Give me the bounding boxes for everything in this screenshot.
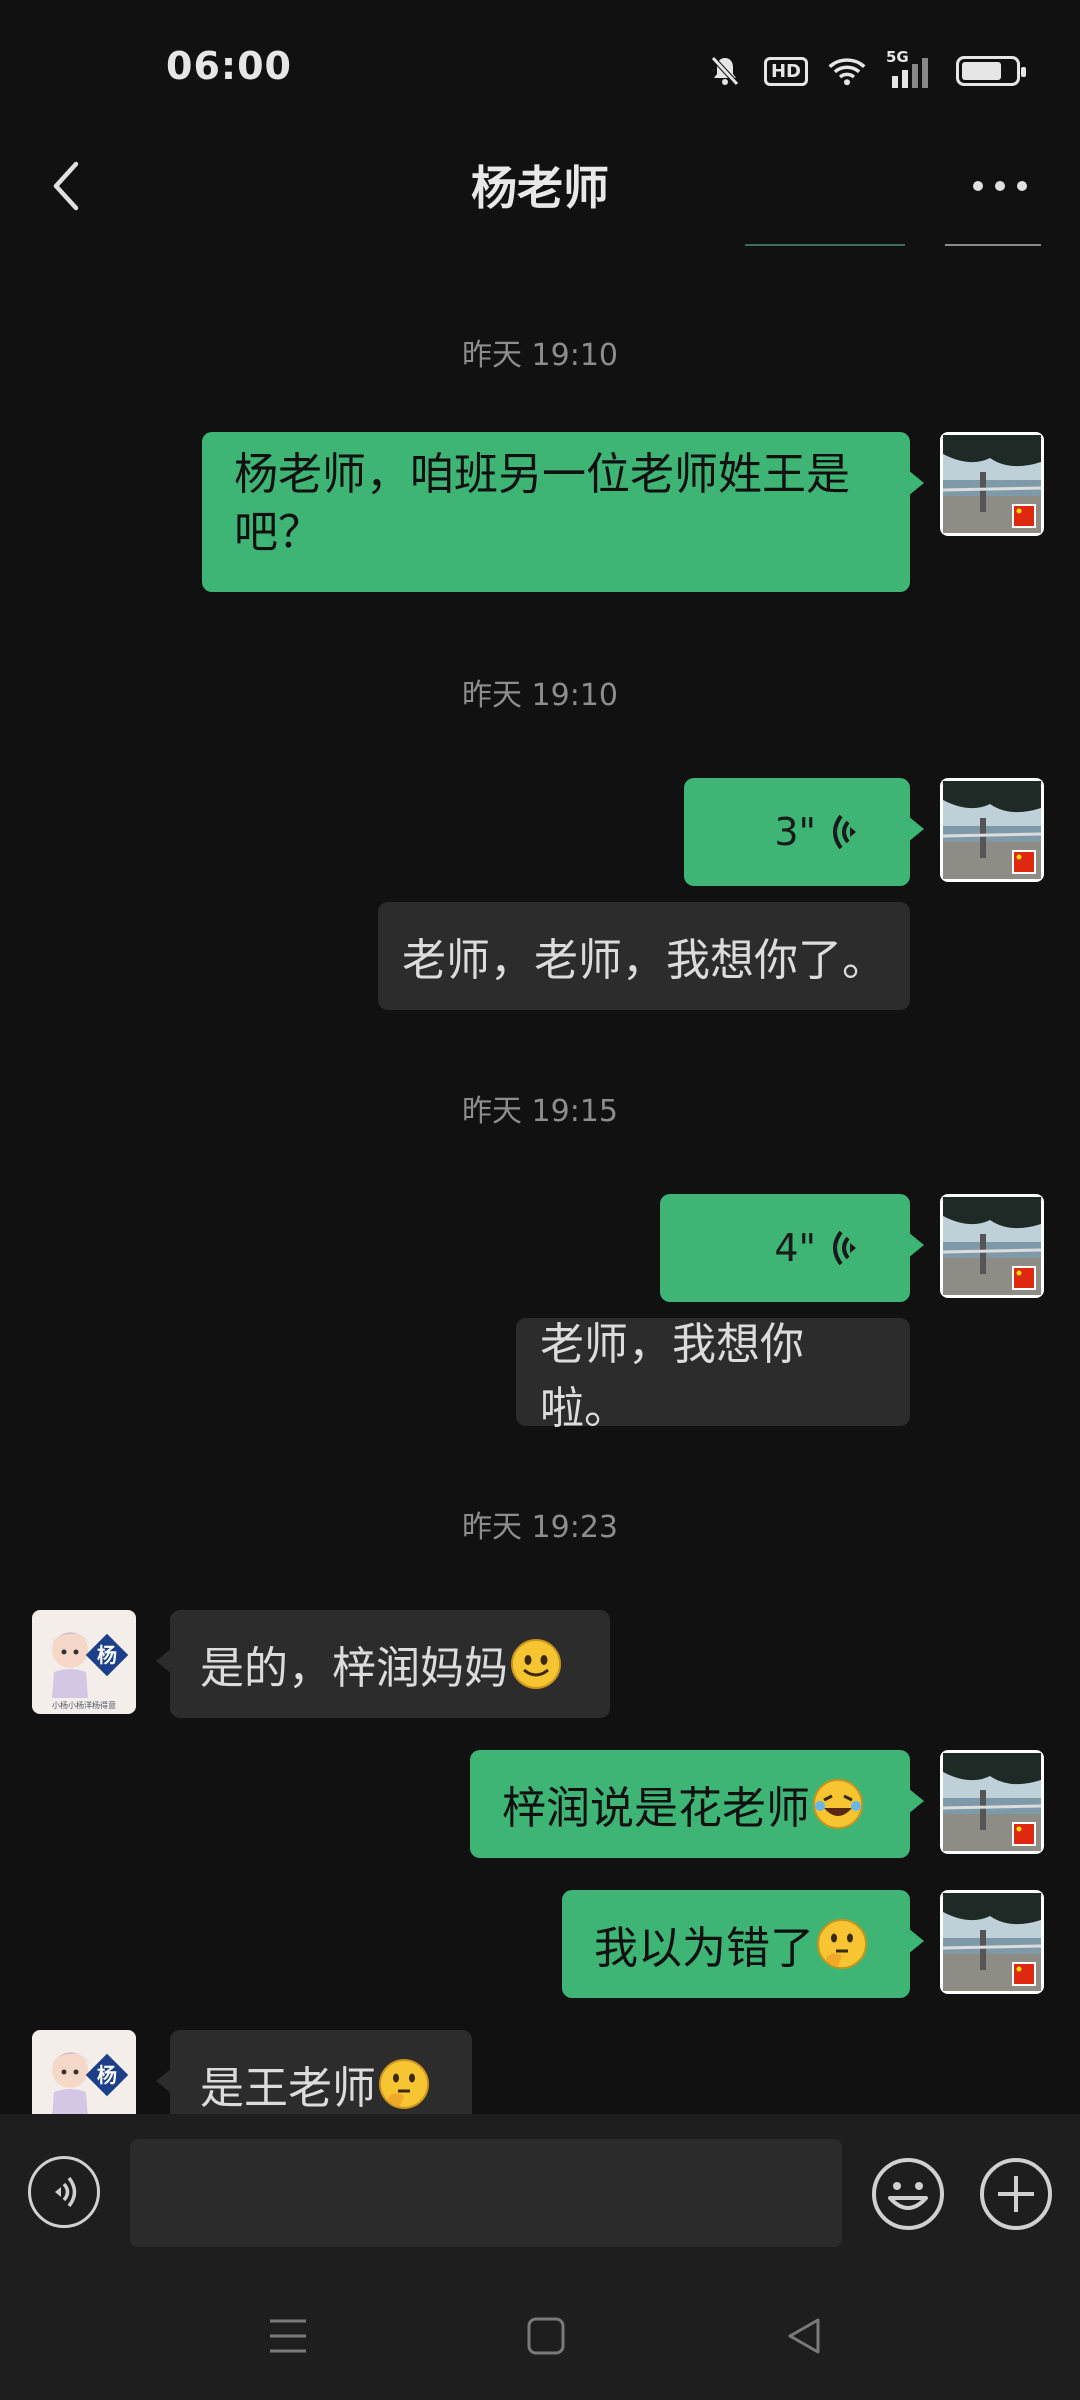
header-divider — [945, 244, 1041, 246]
status-bar: 06:00 HD 5G — [0, 0, 1080, 140]
transcript-text: 老师，我想你啦。 — [540, 1319, 804, 1434]
teacher-cartoon-avatar: 杨小杨小杨洋杨得意 — [32, 2030, 136, 2114]
teacher-cartoon-avatar: 杨小杨小杨洋杨得意 — [32, 1610, 136, 1714]
timestamp: 昨天 19:15 — [462, 1094, 618, 1129]
smiley-icon — [872, 2158, 944, 2230]
my-avatar[interactable] — [940, 1750, 1044, 1854]
sent-message[interactable]: 杨老师，咱班另一位老师姓王是吧？ — [202, 432, 924, 592]
avatar-text: 杨 — [97, 1643, 117, 1667]
signal-5g-icon: 5G — [886, 48, 936, 90]
timestamp: 昨天 19:10 — [462, 338, 618, 373]
timestamp: 昨天 19:10 — [462, 678, 618, 713]
plus-icon — [980, 2158, 1052, 2230]
more-dots-icon — [973, 181, 1027, 191]
more-button[interactable] — [960, 156, 1040, 216]
smile-emoji-icon — [511, 1639, 561, 1689]
status-time: 06:00 — [166, 44, 292, 88]
message-input[interactable] — [130, 2139, 842, 2247]
voice-wave-icon — [833, 814, 856, 850]
back-triangle-icon — [788, 2318, 820, 2354]
emoji-button[interactable] — [870, 2156, 946, 2232]
hd-badge: HD — [763, 56, 808, 86]
system-nav-bar — [0, 2276, 1080, 2400]
nav-back-button[interactable] — [774, 2306, 834, 2366]
message-text: 杨老师，咱班另一位老师姓王是吧？ — [234, 449, 850, 558]
timestamp: 昨天 19:23 — [462, 1510, 618, 1545]
seaside-photo-avatar — [940, 778, 1044, 882]
voice-transcript[interactable]: 老师，我想你啦。 — [516, 1318, 910, 1434]
thinking-emoji-icon — [817, 1919, 867, 1969]
my-avatar[interactable] — [940, 1890, 1044, 1994]
input-bar — [0, 2114, 1080, 2276]
nav-home-button[interactable] — [516, 2306, 576, 2366]
message-list[interactable]: 昨天 19:10 杨老师，咱班另一位老师姓王是吧？ 昨天 19:10 3" 老师… — [0, 250, 1080, 2114]
sent-message[interactable]: 我以为错了 — [562, 1890, 924, 1998]
message-text: 是王老师 — [200, 2063, 376, 2114]
menu-icon — [270, 2319, 306, 2353]
wifi-icon — [828, 52, 866, 90]
thinking-emoji-icon — [379, 2059, 429, 2109]
received-message[interactable]: 是王老师 — [156, 2030, 472, 2114]
nav-menu-button[interactable] — [258, 2306, 318, 2366]
status-icons: HD 5G — [706, 48, 1026, 90]
my-avatar[interactable] — [940, 432, 1044, 536]
teacher-avatar[interactable]: 杨小杨小杨洋杨得意 — [32, 1610, 136, 1714]
laughing-tears-emoji-icon — [813, 1779, 863, 1829]
header-divider-accent — [745, 244, 905, 246]
sent-message[interactable]: 梓润说是花老师 — [470, 1750, 924, 1858]
voice-transcript[interactable]: 老师，老师，我想你了。 — [378, 902, 910, 1010]
network-type: 5G — [886, 48, 909, 66]
my-avatar[interactable] — [940, 1194, 1044, 1298]
seaside-photo-avatar — [940, 432, 1044, 536]
transcript-text: 老师，老师，我想你了。 — [402, 935, 886, 986]
mute-bell-icon — [706, 52, 744, 90]
seaside-photo-avatar — [940, 1890, 1044, 1994]
battery-level — [962, 62, 1001, 80]
my-avatar[interactable] — [940, 778, 1044, 882]
message-text: 我以为错了 — [594, 1923, 814, 1974]
avatar-caption: 小杨小杨洋杨得意 — [52, 1700, 116, 1710]
chat-header: 杨老师 — [0, 140, 1080, 250]
chat-title: 杨老师 — [471, 161, 609, 215]
voice-icon — [55, 2176, 77, 2208]
message-text: 是的，梓润妈妈 — [200, 1643, 508, 1694]
battery-icon — [956, 56, 1026, 86]
seaside-photo-avatar — [940, 1750, 1044, 1854]
voice-duration: 4" — [774, 1226, 816, 1270]
received-message[interactable]: 是的，梓润妈妈 — [156, 1610, 610, 1718]
voice-input-button[interactable] — [28, 2156, 100, 2228]
seaside-photo-avatar — [940, 1194, 1044, 1298]
teacher-avatar[interactable]: 杨小杨小杨洋杨得意 — [32, 2030, 136, 2114]
voice-message[interactable]: 4" — [660, 1194, 924, 1302]
voice-message[interactable]: 3" — [684, 778, 924, 886]
voice-wave-icon — [833, 1230, 856, 1266]
more-actions-button[interactable] — [978, 2156, 1054, 2232]
voice-duration: 3" — [774, 810, 816, 854]
home-square-icon — [527, 2317, 565, 2355]
message-text: 梓润说是花老师 — [502, 1783, 810, 1834]
avatar-text: 杨 — [97, 2063, 117, 2087]
